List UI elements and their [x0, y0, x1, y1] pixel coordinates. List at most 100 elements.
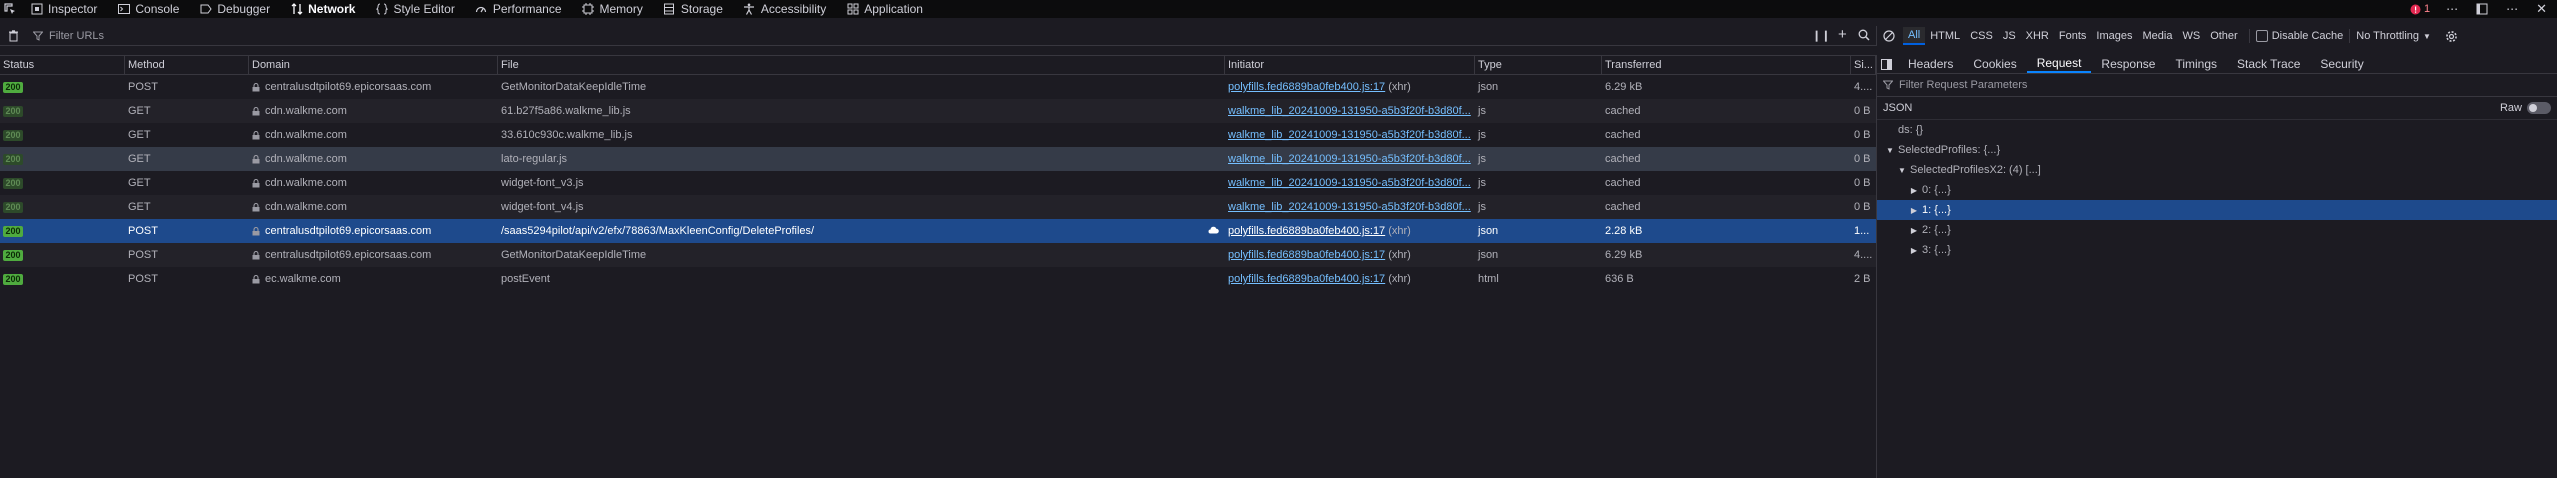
column-size[interactable]: Si...: [1851, 56, 1876, 74]
filter-fonts[interactable]: Fonts: [2054, 28, 2092, 44]
json-node-label: ds: {}: [1898, 124, 1924, 136]
initiator-link[interactable]: polyfills.fed6889ba0feb400.js:17: [1228, 249, 1385, 261]
error-icon[interactable]: [2410, 4, 2421, 15]
domain-cell: cdn.walkme.com: [249, 123, 498, 147]
filter-xhr[interactable]: XHR: [2021, 28, 2054, 44]
filter-ws[interactable]: WS: [2177, 28, 2205, 44]
dock-icon[interactable]: [2476, 3, 2488, 15]
json-tree-node[interactable]: ▶ 0: {...}: [1877, 180, 2557, 200]
filter-html[interactable]: HTML: [1925, 28, 1965, 44]
column-transferred[interactable]: Transferred: [1602, 56, 1851, 74]
details-tab-response[interactable]: Response: [2091, 55, 2165, 73]
filter-js[interactable]: JS: [1998, 28, 2021, 44]
size-cell: 0 B: [1854, 201, 1871, 213]
initiator-link[interactable]: walkme_lib_20241009-131950-a5b3f20f-b3d8…: [1228, 177, 1471, 189]
more-icon[interactable]: ⋯: [2446, 2, 2458, 16]
transferred-cell: cached: [1605, 153, 1641, 165]
json-tree-node[interactable]: ▼ SelectedProfilesX2: (4) [...]: [1877, 160, 2557, 180]
chevron-down-icon[interactable]: ▼: [2423, 32, 2431, 41]
json-tree-node[interactable]: ▶ 3: {...}: [1877, 240, 2557, 260]
column-status[interactable]: Status: [0, 56, 125, 74]
details-tab-cookies[interactable]: Cookies: [1963, 55, 2026, 73]
table-row[interactable]: 200 POST centralusdtpilot69.epicorsaas.com…: [0, 243, 1876, 267]
table-row[interactable]: 200 GET cdn.walkme.com widget-font_v4.js wal…: [0, 195, 1876, 219]
toggle-sidebar-icon[interactable]: [1881, 58, 1892, 70]
json-label[interactable]: JSON: [1883, 102, 1912, 114]
lock-icon: [252, 130, 260, 140]
tab-inspector[interactable]: Inspector: [24, 0, 103, 18]
initiator-link[interactable]: walkme_lib_20241009-131950-a5b3f20f-b3d8…: [1228, 105, 1471, 117]
collapsed-arrow-icon[interactable]: ▶: [1909, 246, 1919, 255]
raw-toggle[interactable]: Raw: [2500, 102, 2551, 115]
block-icon[interactable]: [1883, 30, 1895, 42]
tab-accessibility[interactable]: Accessibility: [737, 0, 832, 18]
filter-all[interactable]: All: [1903, 27, 1926, 45]
column-domain[interactable]: Domain: [249, 56, 498, 74]
json-tree-node[interactable]: ds: {}: [1877, 120, 2557, 140]
column-file[interactable]: File: [498, 56, 1225, 74]
overflow-menu-icon[interactable]: ⋯: [2506, 2, 2518, 16]
trash-icon[interactable]: [8, 29, 19, 42]
column-initiator[interactable]: Initiator: [1225, 56, 1475, 74]
filter-media[interactable]: Media: [2137, 28, 2177, 44]
disable-cache-checkbox[interactable]: [2255, 30, 2268, 42]
tab-memory[interactable]: Memory: [576, 0, 649, 18]
expanded-arrow-icon[interactable]: ▼: [1885, 146, 1895, 155]
initiator-link[interactable]: polyfills.fed6889ba0feb400.js:17: [1228, 225, 1385, 237]
tab-storage[interactable]: Storage: [657, 0, 729, 18]
disable-cache-label[interactable]: Disable Cache: [2272, 30, 2344, 42]
collapsed-arrow-icon[interactable]: ▶: [1909, 186, 1919, 195]
filter-css[interactable]: CSS: [1965, 28, 1998, 44]
column-type[interactable]: Type: [1475, 56, 1602, 74]
filter-images[interactable]: Images: [2091, 28, 2137, 44]
error-count[interactable]: 1: [2424, 3, 2430, 15]
initiator-link[interactable]: polyfills.fed6889ba0feb400.js:17: [1228, 273, 1385, 285]
tab-debugger[interactable]: Debugger: [193, 0, 276, 18]
tab-console[interactable]: Console: [111, 0, 185, 18]
json-tree-node[interactable]: ▶ 1: {...}: [1877, 200, 2557, 220]
table-row[interactable]: 200 GET cdn.walkme.com 33.610c930c.walkme_l…: [0, 123, 1876, 147]
pause-icon[interactable]: ❙❙: [1812, 29, 1830, 42]
expanded-arrow-icon[interactable]: ▼: [1897, 166, 1907, 175]
json-tree-node[interactable]: ▶ 2: {...}: [1877, 220, 2557, 240]
console-icon: [117, 3, 130, 16]
tab-style-editor[interactable]: Style Editor: [369, 0, 460, 18]
size-cell: 0 B: [1854, 105, 1871, 117]
details-tab-request[interactable]: Request: [2026, 55, 2092, 73]
throttling-select[interactable]: No Throttling: [2356, 30, 2419, 42]
tab-performance[interactable]: Performance: [469, 0, 568, 18]
initiator-link[interactable]: walkme_lib_20241009-131950-a5b3f20f-b3d8…: [1228, 201, 1471, 213]
tab-network[interactable]: Network: [284, 0, 361, 18]
json-tree-node[interactable]: ▼ SelectedProfiles: {...}: [1877, 140, 2557, 160]
initiator-link[interactable]: walkme_lib_20241009-131950-a5b3f20f-b3d8…: [1228, 129, 1471, 141]
tab-application[interactable]: Application: [840, 0, 929, 18]
table-row[interactable]: 200 POST centralusdtpilot69.epicorsaas.com…: [0, 75, 1876, 99]
collapsed-arrow-icon[interactable]: ▶: [1909, 206, 1919, 215]
close-icon[interactable]: ✕: [2536, 1, 2547, 17]
toggle-switch[interactable]: [2527, 102, 2551, 115]
initiator-link[interactable]: walkme_lib_20241009-131950-a5b3f20f-b3d8…: [1228, 153, 1471, 165]
column-method[interactable]: Method: [125, 56, 249, 74]
details-tab-timings[interactable]: Timings: [2165, 55, 2227, 73]
initiator-link[interactable]: polyfills.fed6889ba0feb400.js:17: [1228, 81, 1385, 93]
table-row[interactable]: 200 GET cdn.walkme.com widget-font_v3.js wal…: [0, 171, 1876, 195]
details-tab-stack-trace[interactable]: Stack Trace: [2227, 55, 2310, 73]
filter-urls-input[interactable]: [47, 28, 851, 43]
filter-request-params-input[interactable]: [1897, 78, 2301, 92]
table-row[interactable]: 200 GET cdn.walkme.com lato-regular.js walkm…: [0, 147, 1876, 171]
status-badge: 200: [3, 201, 23, 213]
search-icon[interactable]: [1858, 29, 1870, 41]
add-icon[interactable]: +: [1838, 26, 1847, 43]
collapsed-arrow-icon[interactable]: ▶: [1909, 226, 1919, 235]
filter-other[interactable]: Other: [2205, 28, 2243, 44]
table-row[interactable]: 200 POST ec.walkme.com postEvent polyfills.f…: [0, 267, 1876, 291]
transferred-cell: cached: [1605, 129, 1641, 141]
cloud-icon: [1208, 226, 1219, 234]
pick-element-icon[interactable]: [0, 0, 20, 18]
table-row[interactable]: 200 POST centralusdtpilot69.epicorsaas.com…: [0, 219, 1876, 243]
table-row[interactable]: 200 GET cdn.walkme.com 61.b27f5a86.walkme_l…: [0, 99, 1876, 123]
domain-text: ec.walkme.com: [265, 273, 341, 285]
details-tab-security[interactable]: Security: [2310, 55, 2373, 73]
details-tab-headers[interactable]: Headers: [1898, 55, 1963, 73]
gear-icon[interactable]: [2445, 30, 2458, 43]
